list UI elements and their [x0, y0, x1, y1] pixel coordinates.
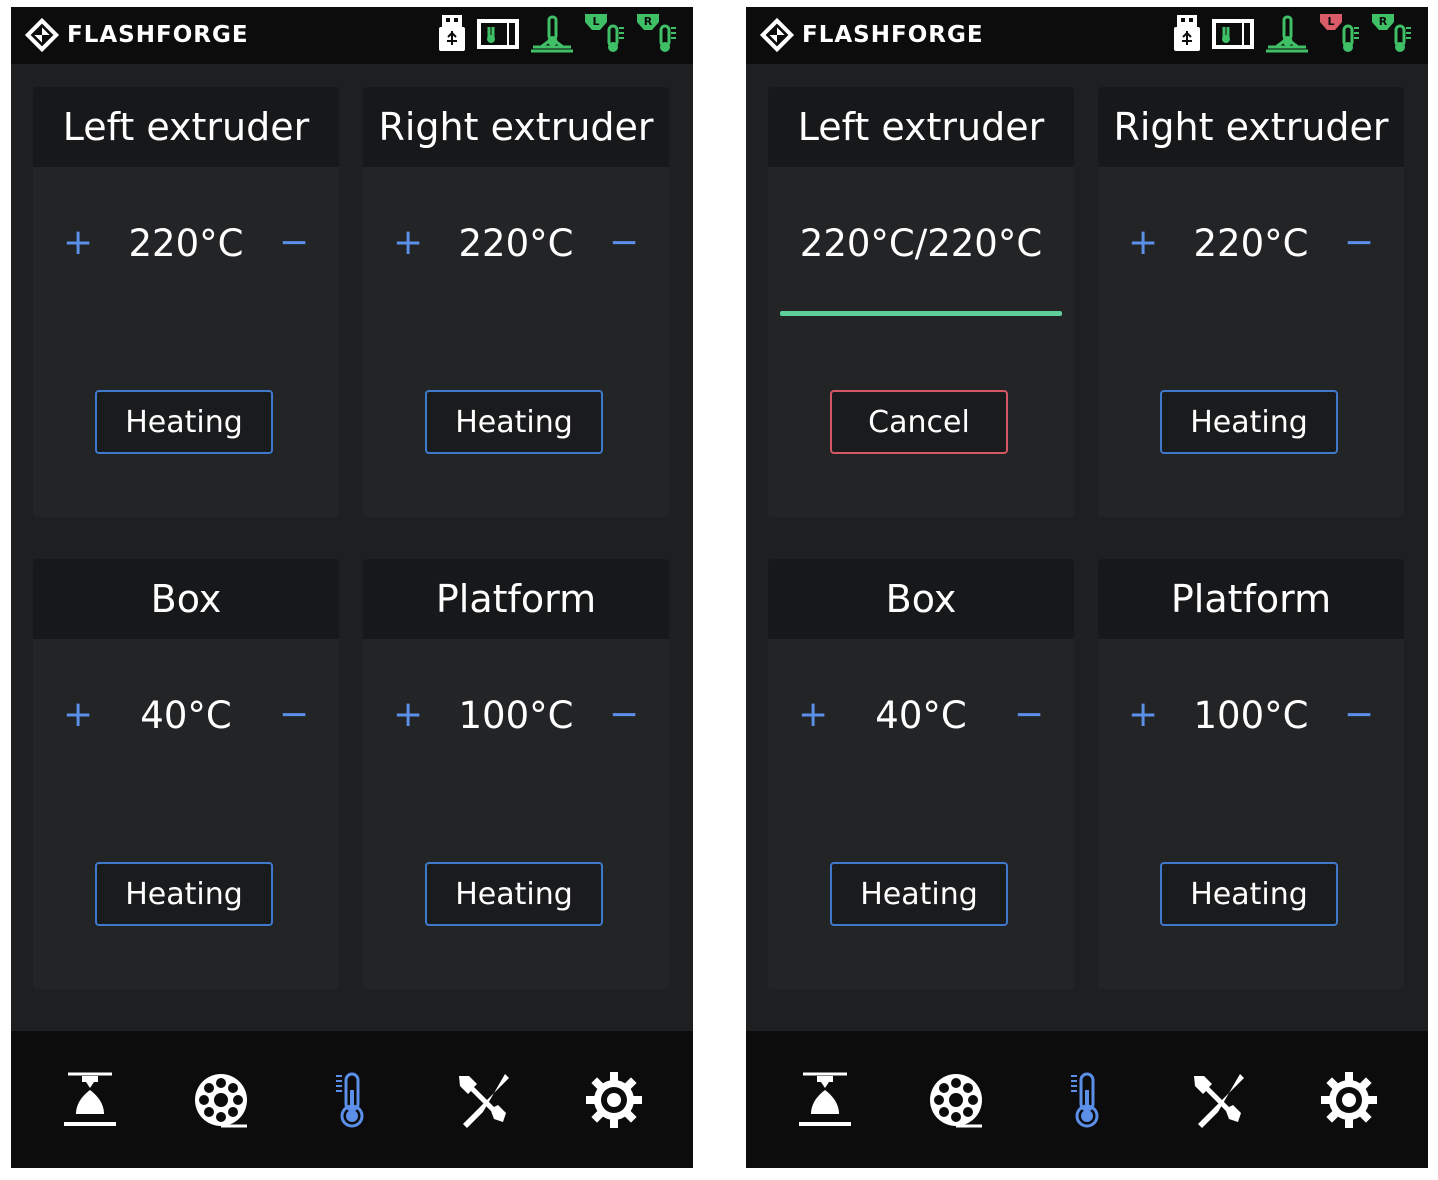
card-header: Box	[768, 559, 1074, 639]
right-extruder-heat-icon: R	[1372, 14, 1411, 52]
left-extruder-card: Left extruder 220°C/220°C Cancel	[768, 87, 1074, 517]
card-title: Box	[150, 577, 222, 621]
right-extruder-heat-icon: R	[637, 14, 676, 52]
svg-text:L: L	[1327, 15, 1334, 28]
decrease-temp-button[interactable]: −	[279, 225, 309, 261]
brand-name: FLASHFORGE	[802, 22, 984, 48]
card-title: Box	[885, 577, 957, 621]
temperature-row: +220°C −	[1098, 219, 1404, 269]
nav-settings[interactable]	[578, 1064, 650, 1136]
card-title: Platform	[435, 577, 597, 621]
card-title: Platform	[1170, 577, 1332, 621]
decrease-temp-button[interactable]: −	[609, 225, 639, 261]
flashforge-logo-icon	[24, 17, 60, 53]
settings-icon	[1320, 1071, 1377, 1128]
right-extruder-card: Right extruder +220°C − Heating	[1098, 87, 1404, 517]
card-title: Left extruder	[62, 105, 310, 149]
nav-print[interactable]	[54, 1064, 126, 1136]
tools-icon	[458, 1073, 509, 1128]
heating-button[interactable]: Heating	[1160, 390, 1338, 454]
card-header: Platform	[363, 559, 669, 639]
nav-temperature[interactable]	[316, 1064, 388, 1136]
heating-button[interactable]: Heating	[425, 390, 603, 454]
box-card: Box +40°C − Heating	[33, 559, 339, 989]
heating-button[interactable]: Heating	[95, 862, 273, 926]
temperature-icon	[335, 1072, 364, 1127]
heating-button[interactable]: Heating	[425, 862, 603, 926]
temperature-icon	[1070, 1072, 1099, 1127]
card-header: Left extruder	[33, 87, 339, 167]
usb-icon	[439, 15, 465, 51]
decrease-temp-button[interactable]: −	[609, 697, 639, 733]
heating-button[interactable]: Heating	[830, 862, 1008, 926]
nav-settings[interactable]	[1313, 1064, 1385, 1136]
nav-filament[interactable]	[185, 1064, 257, 1136]
flashforge-logo-icon	[759, 17, 795, 53]
printer-screen-right: FLASHFORGE L R Left extruder 220°C/220°C Canc…	[746, 7, 1428, 1168]
nav-tools[interactable]	[1182, 1064, 1254, 1136]
status-bar: FLASHFORGE L R	[11, 7, 693, 64]
temperature-row: +40°C −	[33, 691, 339, 741]
status-icons: LR	[1172, 12, 1414, 54]
card-header: Right extruder	[1098, 87, 1404, 167]
svg-text:L: L	[592, 15, 599, 28]
svg-text:R: R	[1379, 15, 1388, 28]
svg-text:R: R	[644, 15, 653, 28]
heating-progress-fill	[780, 311, 1062, 316]
settings-icon	[585, 1071, 642, 1128]
status-icons: LR	[437, 12, 679, 54]
heating-button[interactable]: Heating	[95, 390, 273, 454]
card-title: Right extruder	[378, 105, 654, 149]
cancel-heating-button[interactable]: Cancel	[830, 390, 1008, 454]
left-extruder-heat-icon: L	[585, 14, 624, 52]
print-icon	[799, 1072, 852, 1126]
heating-progress-bar	[780, 311, 1062, 316]
platform-heat-icon	[1266, 15, 1308, 53]
platform-card: Platform +100°C − Heating	[1098, 559, 1404, 989]
left-extruder-heat-icon: L	[1320, 14, 1359, 52]
temperature-row: +40°C −	[768, 691, 1074, 741]
card-header: Platform	[1098, 559, 1404, 639]
right-extruder-card: Right extruder +220°C − Heating	[363, 87, 669, 517]
decrease-temp-button[interactable]: −	[1014, 697, 1044, 733]
target-temperature[interactable]: 220°C/220°C	[768, 219, 1074, 269]
decrease-temp-button[interactable]: −	[1344, 225, 1374, 261]
nav-print[interactable]	[789, 1064, 861, 1136]
card-title: Right extruder	[1113, 105, 1389, 149]
card-title: Left extruder	[797, 105, 1045, 149]
temperature-row: +100°C −	[1098, 691, 1404, 741]
left-extruder-card: Left extruder +220°C − Heating	[33, 87, 339, 517]
platform-heat-icon	[531, 15, 573, 53]
camera-icon	[1212, 19, 1254, 49]
printer-screen-left: FLASHFORGE L R Left extruder +220°C − Heating R…	[11, 7, 693, 1168]
brand-logo: FLASHFORGE	[23, 15, 249, 55]
brand-logo: FLASHFORGE	[758, 15, 984, 55]
bottom-nav	[11, 1031, 693, 1168]
temperature-row: +220°C −	[33, 219, 339, 269]
box-card: Box +40°C − Heating	[768, 559, 1074, 989]
heating-button[interactable]: Heating	[1160, 862, 1338, 926]
filament-icon	[195, 1073, 248, 1127]
tools-icon	[1193, 1073, 1244, 1128]
card-header: Left extruder	[768, 87, 1074, 167]
temperature-row: 220°C/220°C	[768, 219, 1074, 269]
filament-icon	[930, 1073, 983, 1127]
nav-filament[interactable]	[920, 1064, 992, 1136]
print-icon	[64, 1072, 117, 1126]
nav-tools[interactable]	[447, 1064, 519, 1136]
brand-name: FLASHFORGE	[67, 22, 249, 48]
status-bar: FLASHFORGE L R	[746, 7, 1428, 64]
nav-temperature[interactable]	[1051, 1064, 1123, 1136]
usb-icon	[1174, 15, 1200, 51]
bottom-nav	[746, 1031, 1428, 1168]
camera-icon	[477, 19, 519, 49]
card-header: Box	[33, 559, 339, 639]
temperature-row: +220°C −	[363, 219, 669, 269]
temperature-row: +100°C −	[363, 691, 669, 741]
decrease-temp-button[interactable]: −	[1344, 697, 1374, 733]
platform-card: Platform +100°C − Heating	[363, 559, 669, 989]
card-header: Right extruder	[363, 87, 669, 167]
decrease-temp-button[interactable]: −	[279, 697, 309, 733]
